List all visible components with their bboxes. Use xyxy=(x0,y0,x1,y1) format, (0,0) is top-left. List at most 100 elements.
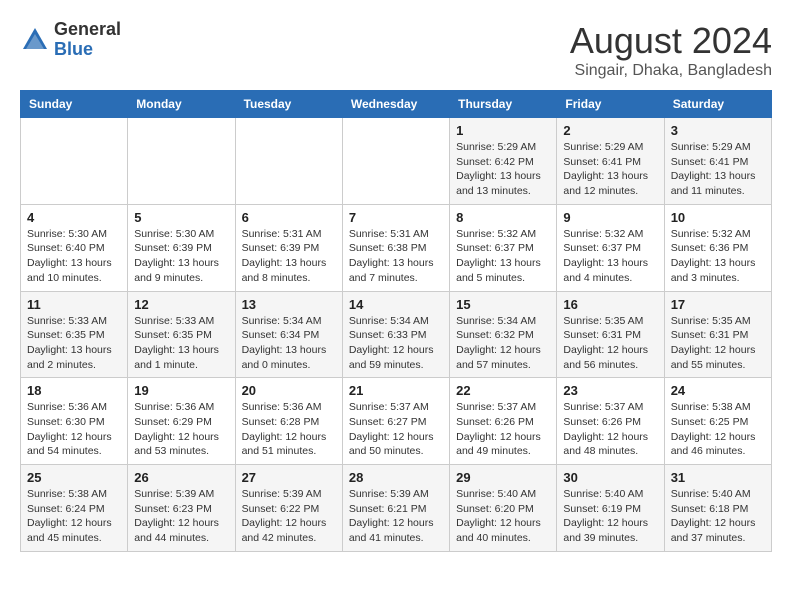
week-row-1: 1 Sunrise: 5:29 AMSunset: 6:42 PMDaylight… xyxy=(21,118,772,205)
day-detail: Sunrise: 5:35 AMSunset: 6:31 PMDaylight:… xyxy=(563,314,657,373)
day-number: 25 xyxy=(27,470,121,485)
weekday-header-saturday: Saturday xyxy=(664,91,771,118)
calendar-cell: 25 Sunrise: 5:38 AMSunset: 6:24 PMDayligh… xyxy=(21,465,128,552)
day-number: 2 xyxy=(563,123,657,138)
calendar-cell: 13 Sunrise: 5:34 AMSunset: 6:34 PMDayligh… xyxy=(235,291,342,378)
day-detail: Sunrise: 5:36 AMSunset: 6:29 PMDaylight:… xyxy=(134,400,228,459)
calendar-cell: 18 Sunrise: 5:36 AMSunset: 6:30 PMDayligh… xyxy=(21,378,128,465)
day-number: 21 xyxy=(349,383,443,398)
day-detail: Sunrise: 5:33 AMSunset: 6:35 PMDaylight:… xyxy=(27,314,121,373)
calendar-cell: 8 Sunrise: 5:32 AMSunset: 6:37 PMDaylight… xyxy=(450,204,557,291)
calendar-cell: 15 Sunrise: 5:34 AMSunset: 6:32 PMDayligh… xyxy=(450,291,557,378)
location: Singair, Dhaka, Bangladesh xyxy=(570,62,772,80)
calendar-cell: 31 Sunrise: 5:40 AMSunset: 6:18 PMDayligh… xyxy=(664,465,771,552)
calendar-cell xyxy=(235,118,342,205)
day-number: 31 xyxy=(671,470,765,485)
day-detail: Sunrise: 5:31 AMSunset: 6:38 PMDaylight:… xyxy=(349,227,443,286)
day-detail: Sunrise: 5:40 AMSunset: 6:20 PMDaylight:… xyxy=(456,487,550,546)
weekday-header-tuesday: Tuesday xyxy=(235,91,342,118)
day-detail: Sunrise: 5:29 AMSunset: 6:42 PMDaylight:… xyxy=(456,140,550,199)
calendar-cell: 12 Sunrise: 5:33 AMSunset: 6:35 PMDayligh… xyxy=(128,291,235,378)
calendar-cell: 7 Sunrise: 5:31 AMSunset: 6:38 PMDaylight… xyxy=(342,204,449,291)
day-number: 7 xyxy=(349,210,443,225)
calendar-cell: 2 Sunrise: 5:29 AMSunset: 6:41 PMDaylight… xyxy=(557,118,664,205)
day-number: 9 xyxy=(563,210,657,225)
calendar-cell: 10 Sunrise: 5:32 AMSunset: 6:36 PMDayligh… xyxy=(664,204,771,291)
day-detail: Sunrise: 5:30 AMSunset: 6:39 PMDaylight:… xyxy=(134,227,228,286)
logo-general: General xyxy=(54,19,121,39)
calendar-cell: 24 Sunrise: 5:38 AMSunset: 6:25 PMDayligh… xyxy=(664,378,771,465)
calendar-cell xyxy=(21,118,128,205)
week-row-4: 18 Sunrise: 5:36 AMSunset: 6:30 PMDayligh… xyxy=(21,378,772,465)
calendar-cell: 11 Sunrise: 5:33 AMSunset: 6:35 PMDayligh… xyxy=(21,291,128,378)
calendar-cell: 17 Sunrise: 5:35 AMSunset: 6:31 PMDayligh… xyxy=(664,291,771,378)
calendar-table: SundayMondayTuesdayWednesdayThursdayFrid… xyxy=(20,90,772,552)
weekday-header-thursday: Thursday xyxy=(450,91,557,118)
month-title: August 2024 xyxy=(570,20,772,62)
weekday-header-wednesday: Wednesday xyxy=(342,91,449,118)
calendar-cell: 6Sunrise: 5:31 AMSunset: 6:39 PMDaylight… xyxy=(235,204,342,291)
day-number: 18 xyxy=(27,383,121,398)
calendar-cell: 23 Sunrise: 5:37 AMSunset: 6:26 PMDayligh… xyxy=(557,378,664,465)
day-number: 14 xyxy=(349,297,443,312)
calendar-cell: 9 Sunrise: 5:32 AMSunset: 6:37 PMDaylight… xyxy=(557,204,664,291)
calendar-cell: 20Sunrise: 5:36 AMSunset: 6:28 PMDayligh… xyxy=(235,378,342,465)
day-number: 29 xyxy=(456,470,550,485)
day-detail: Sunrise: 5:30 AMSunset: 6:40 PMDaylight:… xyxy=(27,227,121,286)
calendar-cell: 14 Sunrise: 5:34 AMSunset: 6:33 PMDayligh… xyxy=(342,291,449,378)
day-detail: Sunrise: 5:29 AMSunset: 6:41 PMDaylight:… xyxy=(563,140,657,199)
day-number: 5 xyxy=(134,210,228,225)
day-detail: Sunrise: 5:37 AMSunset: 6:26 PMDaylight:… xyxy=(456,400,550,459)
day-detail: Sunrise: 5:37 AMSunset: 6:26 PMDaylight:… xyxy=(563,400,657,459)
calendar-cell: 28 Sunrise: 5:39 AMSunset: 6:21 PMDayligh… xyxy=(342,465,449,552)
day-number: 11 xyxy=(27,297,121,312)
day-detail: Sunrise: 5:34 AMSunset: 6:34 PMDaylight:… xyxy=(242,314,336,373)
weekday-header-row: SundayMondayTuesdayWednesdayThursdayFrid… xyxy=(21,91,772,118)
day-number: 15 xyxy=(456,297,550,312)
day-detail: Sunrise: 5:38 AMSunset: 6:25 PMDaylight:… xyxy=(671,400,765,459)
day-detail: Sunrise: 5:34 AMSunset: 6:33 PMDaylight:… xyxy=(349,314,443,373)
day-detail: Sunrise: 5:39 AMSunset: 6:22 PMDaylight:… xyxy=(242,487,336,546)
day-detail: Sunrise: 5:40 AMSunset: 6:19 PMDaylight:… xyxy=(563,487,657,546)
day-detail: Sunrise: 5:40 AMSunset: 6:18 PMDaylight:… xyxy=(671,487,765,546)
calendar-cell: 30 Sunrise: 5:40 AMSunset: 6:19 PMDayligh… xyxy=(557,465,664,552)
day-detail: Sunrise: 5:33 AMSunset: 6:35 PMDaylight:… xyxy=(134,314,228,373)
week-row-3: 11 Sunrise: 5:33 AMSunset: 6:35 PMDayligh… xyxy=(21,291,772,378)
day-detail: Sunrise: 5:32 AMSunset: 6:36 PMDaylight:… xyxy=(671,227,765,286)
day-detail: Sunrise: 5:32 AMSunset: 6:37 PMDaylight:… xyxy=(456,227,550,286)
day-detail: Sunrise: 5:29 AMSunset: 6:41 PMDaylight:… xyxy=(671,140,765,199)
day-number: 28 xyxy=(349,470,443,485)
day-number: 24 xyxy=(671,383,765,398)
day-detail: Sunrise: 5:37 AMSunset: 6:27 PMDaylight:… xyxy=(349,400,443,459)
day-number: 10 xyxy=(671,210,765,225)
day-number: 20 xyxy=(242,383,336,398)
day-detail: Sunrise: 5:34 AMSunset: 6:32 PMDaylight:… xyxy=(456,314,550,373)
day-detail: Sunrise: 5:36 AMSunset: 6:30 PMDaylight:… xyxy=(27,400,121,459)
day-number: 30 xyxy=(563,470,657,485)
logo: General Blue xyxy=(20,20,121,60)
day-number: 12 xyxy=(134,297,228,312)
day-number: 13 xyxy=(242,297,336,312)
day-number: 27 xyxy=(242,470,336,485)
day-detail: Sunrise: 5:35 AMSunset: 6:31 PMDaylight:… xyxy=(671,314,765,373)
day-number: 23 xyxy=(563,383,657,398)
day-number: 1 xyxy=(456,123,550,138)
calendar-cell: 29 Sunrise: 5:40 AMSunset: 6:20 PMDayligh… xyxy=(450,465,557,552)
day-number: 8 xyxy=(456,210,550,225)
calendar-cell: 1 Sunrise: 5:29 AMSunset: 6:42 PMDaylight… xyxy=(450,118,557,205)
day-number: 4 xyxy=(27,210,121,225)
calendar-cell: 26Sunrise: 5:39 AMSunset: 6:23 PMDayligh… xyxy=(128,465,235,552)
day-number: 3 xyxy=(671,123,765,138)
day-detail: Sunrise: 5:38 AMSunset: 6:24 PMDaylight:… xyxy=(27,487,121,546)
day-detail: Sunrise: 5:39 AMSunset: 6:21 PMDaylight:… xyxy=(349,487,443,546)
day-detail: Sunrise: 5:32 AMSunset: 6:37 PMDaylight:… xyxy=(563,227,657,286)
week-row-5: 25 Sunrise: 5:38 AMSunset: 6:24 PMDayligh… xyxy=(21,465,772,552)
page-header: General Blue August 2024 Singair, Dhaka,… xyxy=(20,20,772,80)
day-number: 26 xyxy=(134,470,228,485)
calendar-cell: 27 Sunrise: 5:39 AMSunset: 6:22 PMDayligh… xyxy=(235,465,342,552)
day-number: 17 xyxy=(671,297,765,312)
calendar-cell: 19Sunrise: 5:36 AMSunset: 6:29 PMDayligh… xyxy=(128,378,235,465)
calendar-cell xyxy=(128,118,235,205)
calendar-cell: 22Sunrise: 5:37 AMSunset: 6:26 PMDayligh… xyxy=(450,378,557,465)
calendar-cell: 3 Sunrise: 5:29 AMSunset: 6:41 PMDaylight… xyxy=(664,118,771,205)
